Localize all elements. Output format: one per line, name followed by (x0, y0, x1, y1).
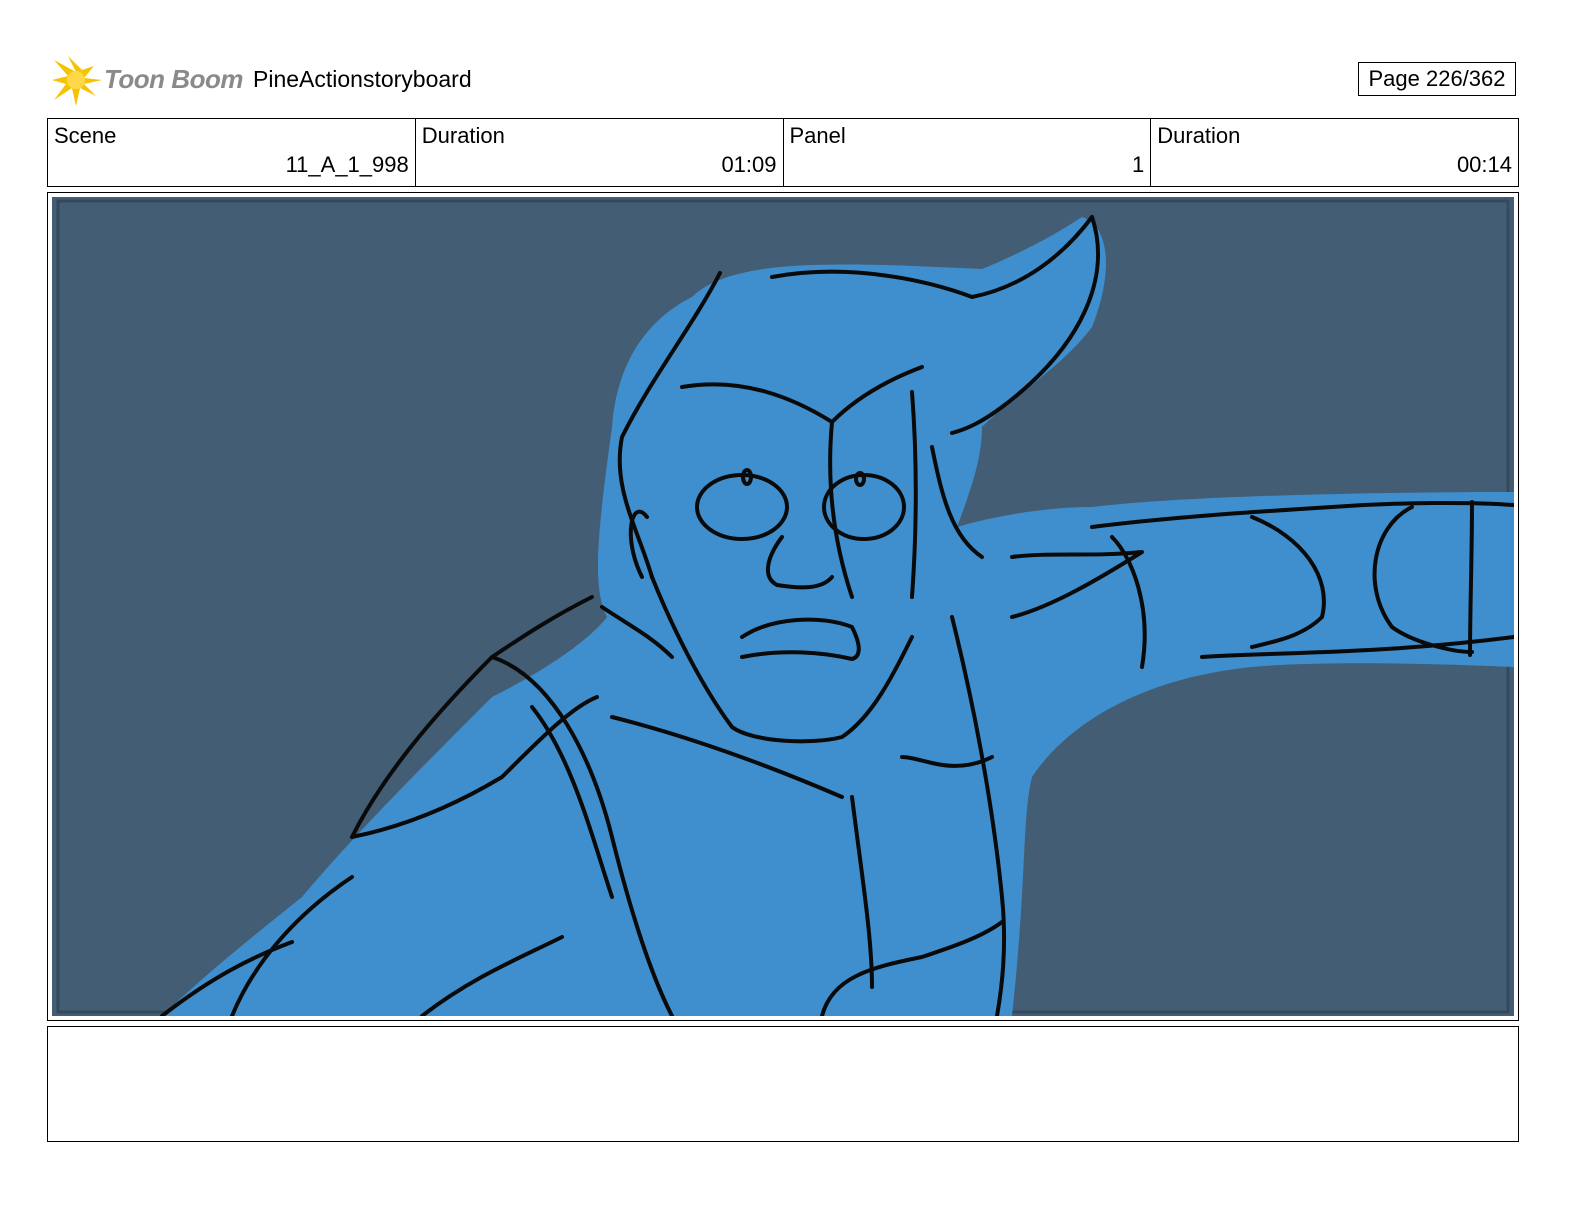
panel-duration-label: Duration (1157, 123, 1241, 148)
starburst-logo-icon (52, 56, 102, 106)
toon-boom-logo: Toon Boom (50, 52, 243, 108)
scene-cell: Scene 11_A_1_998 (48, 119, 416, 186)
storyboard-panel-image (52, 197, 1514, 1016)
scene-duration-value: 01:09 (721, 152, 777, 177)
panel-duration-value: 00:14 (1456, 152, 1512, 177)
panel-duration-cell: Duration 00:14 (1151, 119, 1518, 186)
storyboard-panel-frame (47, 192, 1519, 1021)
scene-label: Scene (54, 123, 117, 148)
scene-info-table: Scene 11_A_1_998 Duration 01:09 Panel 1 … (47, 118, 1519, 187)
scene-duration-cell: Duration 01:09 (416, 119, 784, 186)
panel-label: Panel (789, 123, 846, 148)
panel-notes-box (47, 1026, 1519, 1142)
panel-cell: Panel 1 (784, 119, 1152, 186)
character-sketch (56, 199, 1514, 1016)
scene-value: 11_A_1_998 (285, 152, 409, 177)
logo-wordmark: Toon Boom (104, 64, 243, 94)
project-title: PineActionstoryboard (253, 66, 472, 92)
scene-duration-label: Duration (421, 123, 505, 148)
panel-value: 1 (1132, 152, 1145, 177)
page-number: Page 226/362 (1358, 62, 1516, 96)
